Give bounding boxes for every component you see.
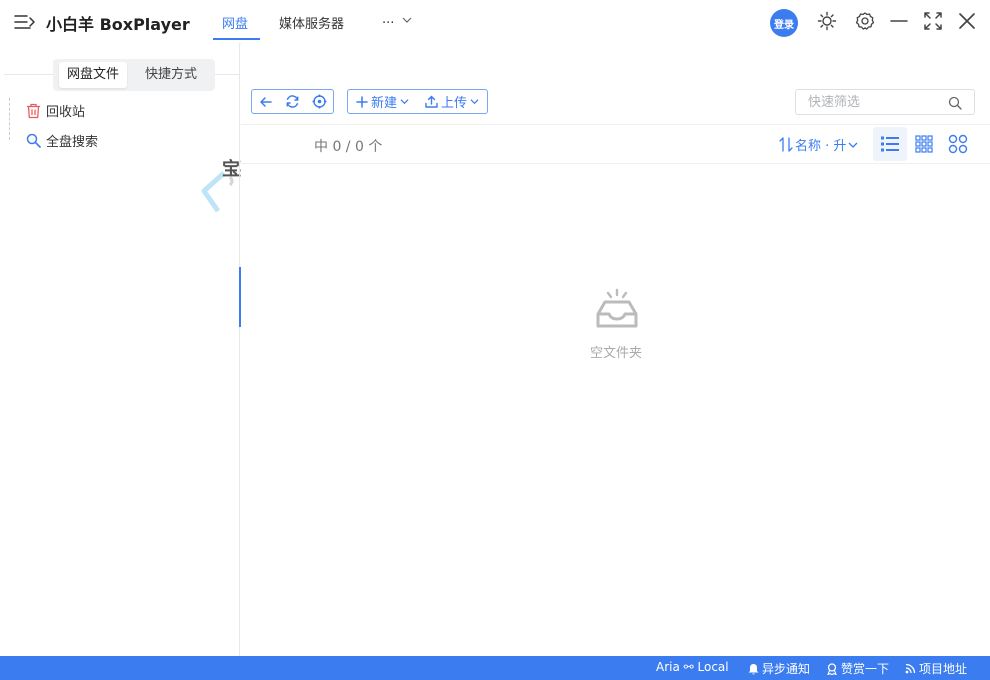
reward-icon bbox=[827, 662, 837, 675]
left-panel-tabs: 网盘文件 快捷方式 bbox=[53, 59, 215, 91]
minimize-icon[interactable] bbox=[889, 11, 909, 31]
tab-netdisk-files[interactable]: 网盘文件 bbox=[59, 62, 128, 88]
chevron-down-icon bbox=[848, 142, 858, 148]
nav-button-group bbox=[251, 89, 334, 114]
sort-icon bbox=[779, 137, 793, 152]
chevron-down-icon bbox=[400, 99, 409, 105]
sort-label: 名称 · 升 bbox=[795, 139, 847, 154]
tree-item-global-search[interactable]: 全盘搜索 bbox=[26, 131, 98, 150]
list-view-icon bbox=[881, 136, 899, 152]
tab-shortcuts[interactable]: 快捷方式 bbox=[137, 62, 205, 88]
aria-status-label: Aria ⚯ Local bbox=[656, 660, 729, 674]
status-bar: Aria ⚯ Local 异步通知 赞赏一下 项目地址 bbox=[0, 656, 990, 680]
trash-icon bbox=[27, 103, 40, 118]
menu-toggle-icon[interactable] bbox=[14, 13, 36, 31]
search-icon bbox=[26, 133, 41, 148]
more-menu[interactable]: ... bbox=[382, 12, 412, 27]
active-tab-indicator bbox=[213, 38, 260, 40]
reward-label: 赞赏一下 bbox=[841, 662, 890, 676]
back-button[interactable] bbox=[252, 90, 279, 113]
sun-icon[interactable] bbox=[817, 11, 837, 31]
upload-icon bbox=[425, 95, 438, 108]
tree-item-label: 全盘搜索 bbox=[46, 135, 99, 150]
gear-icon[interactable] bbox=[855, 11, 875, 31]
refresh-button[interactable] bbox=[279, 90, 306, 113]
file-count: 中 0 / 0 个 bbox=[314, 139, 383, 155]
thumbnail-view-icon bbox=[948, 134, 968, 154]
close-icon[interactable] bbox=[957, 11, 977, 31]
arrow-left-icon bbox=[259, 96, 272, 107]
reward-button[interactable]: 赞赏一下 bbox=[826, 660, 889, 677]
login-button[interactable]: 登录 bbox=[770, 9, 798, 37]
title-bar: 小白羊 BoxPlayer 网盘 媒体服务器 ... 登录 bbox=[0, 0, 990, 43]
empty-state-text: 空文件夹 bbox=[589, 346, 642, 361]
project-link[interactable]: 项目地址 bbox=[905, 660, 967, 677]
app-title: 小白羊 BoxPlayer bbox=[46, 15, 190, 34]
thumbnail-view-button[interactable] bbox=[941, 127, 975, 161]
empty-inbox-icon bbox=[596, 288, 638, 328]
chevron-down-icon bbox=[470, 99, 479, 105]
tree-item-recycle-bin[interactable]: 回收站 bbox=[26, 101, 85, 120]
upload-button-label: 上传 bbox=[441, 96, 468, 111]
left-panel: 网盘文件 快捷方式 回收站 全盘搜索 宝藏星球屋 bbox=[0, 43, 312, 656]
sort-button[interactable]: 名称 · 升 bbox=[779, 135, 858, 154]
grid-view-button[interactable] bbox=[907, 127, 941, 161]
project-link-label: 项目地址 bbox=[919, 662, 968, 676]
bell-icon bbox=[748, 663, 759, 674]
list-view-button[interactable] bbox=[873, 127, 907, 161]
rss-icon bbox=[905, 663, 916, 674]
chevron-down-icon bbox=[402, 17, 412, 23]
plus-icon bbox=[356, 95, 368, 108]
refresh-icon bbox=[286, 95, 299, 108]
async-notify-button[interactable]: 异步通知 bbox=[748, 660, 810, 677]
action-button-group: 新建 上传 bbox=[347, 89, 489, 114]
filter-input[interactable] bbox=[797, 91, 942, 113]
locate-button[interactable] bbox=[306, 90, 333, 113]
toolbar-divider bbox=[241, 124, 990, 125]
fullscreen-icon[interactable] bbox=[923, 11, 943, 31]
search-icon[interactable] bbox=[948, 96, 962, 110]
aria-status[interactable]: Aria ⚯ Local bbox=[656, 660, 729, 674]
async-notify-label: 异步通知 bbox=[762, 662, 811, 676]
new-button[interactable]: 新建 bbox=[348, 90, 417, 113]
list-header-divider bbox=[241, 163, 990, 164]
tab-media-server[interactable]: 媒体服务器 bbox=[279, 13, 344, 32]
filter-box bbox=[795, 89, 975, 115]
new-button-label: 新建 bbox=[371, 96, 398, 111]
tree-guide-line bbox=[9, 98, 10, 140]
crosshair-icon bbox=[312, 94, 327, 109]
more-label: ... bbox=[382, 12, 395, 27]
tab-netdisk[interactable]: 网盘 bbox=[222, 13, 248, 32]
file-browser: 新建 上传 中 0 / 0 个 名称 · 升 bbox=[241, 43, 990, 656]
grid-view-icon bbox=[915, 135, 933, 153]
upload-button[interactable]: 上传 bbox=[417, 90, 487, 113]
tree-item-label: 回收站 bbox=[46, 105, 86, 120]
